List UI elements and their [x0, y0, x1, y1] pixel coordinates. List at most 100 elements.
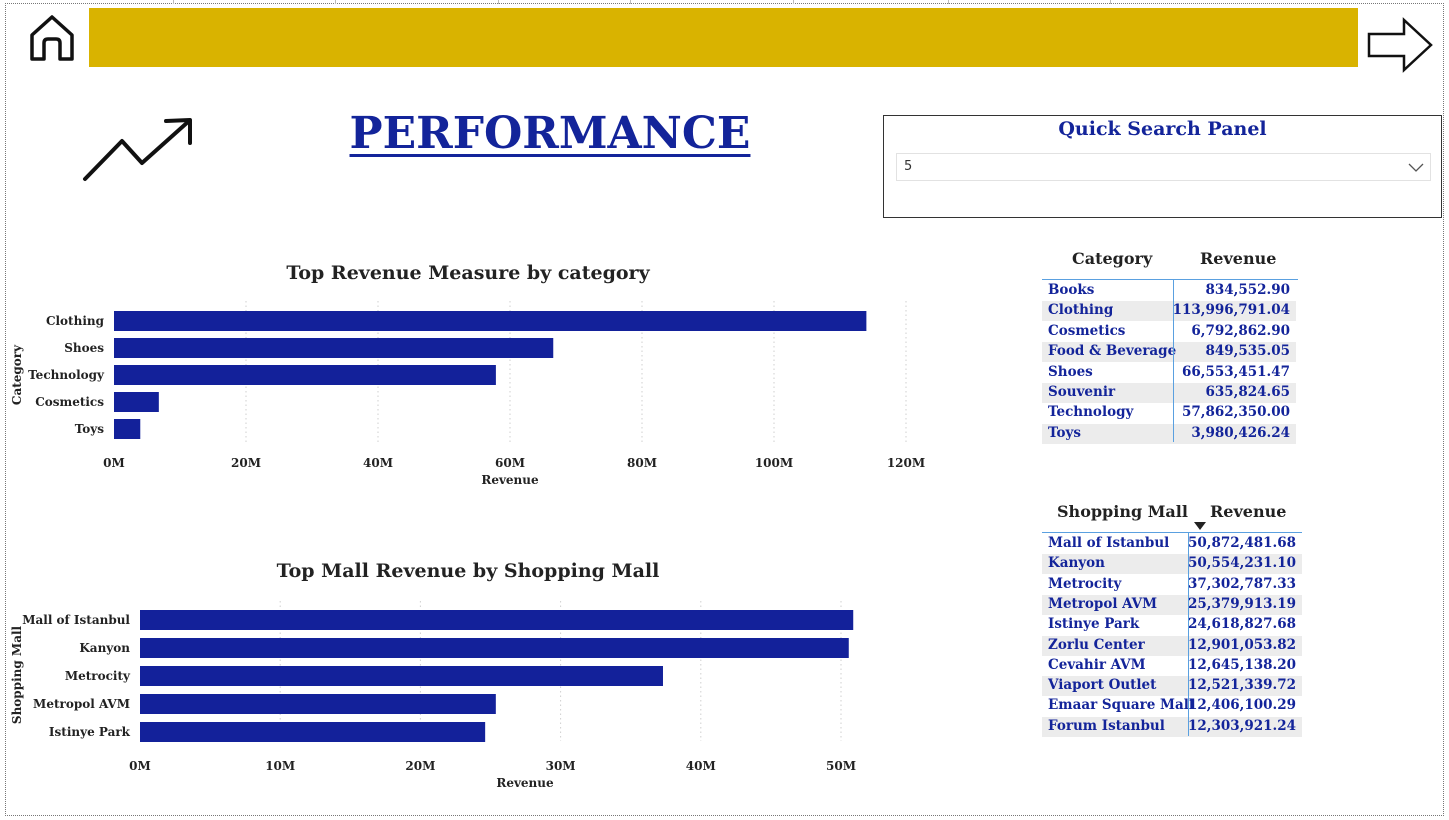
table-cell-name: Metropol AVM	[1048, 595, 1158, 612]
search-panel-title: Quick Search Panel	[1058, 118, 1267, 140]
bar[interactable]	[140, 638, 849, 658]
table-row[interactable]: Cosmetics 6,792,862.90	[1042, 322, 1296, 342]
table-cell-name: Shoes	[1048, 363, 1093, 380]
top-ruler	[0, 0, 1449, 4]
bar[interactable]	[114, 338, 554, 358]
y-category-label: Metrocity	[65, 669, 131, 683]
chevron-down-icon[interactable]	[1408, 160, 1424, 174]
table-row[interactable]: Zorlu Center 12,901,053.82	[1042, 635, 1302, 656]
table-row[interactable]: Shoes 66,553,451.47	[1042, 363, 1296, 383]
table-row[interactable]: Books 834,552.90	[1042, 281, 1296, 301]
x-tick-label: 20M	[231, 456, 261, 470]
category-chart-title: Top Revenue Measure by category	[286, 262, 650, 284]
table-cell-revenue: 57,862,350.00	[1181, 404, 1290, 421]
x-tick-label: 40M	[363, 456, 393, 470]
bar[interactable]	[114, 419, 141, 439]
table-row[interactable]: Metrocity 37,302,787.33	[1042, 575, 1302, 595]
mall-chart-title: Top Mall Revenue by Shopping Mall	[276, 560, 660, 582]
x-axis-title: Revenue	[496, 776, 554, 790]
table-cell-revenue: 635,824.65	[1205, 384, 1290, 400]
table-row[interactable]: Viaport Outlet 12,521,339.72	[1042, 676, 1302, 697]
y-axis-title: Category	[10, 344, 24, 405]
table-row[interactable]: Metropol AVM 25,379,913.19	[1042, 594, 1302, 615]
table-cell-revenue: 12,521,339.72	[1187, 677, 1296, 694]
column-header-revenue[interactable]: Revenue	[1210, 502, 1286, 521]
table-row[interactable]: Kanyon 50,554,231.10	[1042, 554, 1302, 575]
x-tick-label: 50M	[826, 759, 856, 773]
table-cell-revenue: 113,996,791.04	[1172, 302, 1290, 319]
table-cell-name: Toys	[1048, 424, 1081, 441]
y-category-label: Mall of Istanbul	[22, 613, 130, 627]
bar[interactable]	[140, 666, 663, 686]
y-category-label: Metropol AVM	[33, 697, 130, 711]
table-cell-revenue: 12,406,100.29	[1187, 697, 1296, 714]
table-cell-name: Technology	[1048, 404, 1134, 421]
y-category-label: Shoes	[64, 341, 104, 355]
table-cell-name: Cevahir AVM	[1048, 656, 1146, 673]
table-cell-revenue: 3,980,426.24	[1191, 424, 1290, 441]
table-cell-name: Zorlu Center	[1048, 636, 1145, 653]
table-row[interactable]: Toys 3,980,426.24	[1042, 423, 1296, 444]
table-cell-name: Istinye Park	[1048, 616, 1140, 633]
table-row[interactable]: Food & Beverage 849,535.05	[1042, 342, 1296, 363]
table-cell-revenue: 12,901,053.82	[1187, 636, 1296, 653]
search-dropdown[interactable]: 5	[896, 153, 1431, 181]
x-axis-title: Revenue	[481, 473, 539, 487]
table-cell-name: Viaport Outlet	[1048, 677, 1157, 694]
table-row[interactable]: Emaar Square Mall 12,406,100.29	[1042, 696, 1302, 716]
table-row[interactable]: Forum Istanbul 12,303,921.24	[1042, 716, 1302, 737]
x-tick-label: 120M	[887, 456, 925, 470]
bar[interactable]	[114, 365, 496, 385]
table-cell-revenue: 834,552.90	[1205, 282, 1290, 298]
table-row[interactable]: Cevahir AVM 12,645,138.20	[1042, 656, 1302, 676]
x-tick-label: 30M	[546, 759, 576, 773]
x-tick-label: 0M	[129, 759, 151, 773]
trend-up-icon	[83, 118, 192, 181]
column-header-category[interactable]: Category	[1072, 249, 1152, 268]
y-category-label: Clothing	[46, 314, 105, 328]
column-header-revenue[interactable]: Revenue	[1200, 249, 1276, 268]
category-revenue-table: Category Revenue Books 834,552.90 Clothing…	[1042, 246, 1298, 446]
table-row[interactable]: Mall of Istanbul 50,872,481.68	[1042, 534, 1302, 554]
bar[interactable]	[140, 694, 496, 714]
column-header-shopping-mall[interactable]: Shopping Mall	[1057, 502, 1188, 521]
table-cell-revenue: 24,618,827.68	[1187, 616, 1296, 633]
y-category-label: Cosmetics	[35, 395, 104, 409]
mall-revenue-table: Shopping Mall Revenue Mall of Istanbul 50…	[1042, 500, 1302, 740]
table-cell-revenue: 12,303,921.24	[1187, 717, 1296, 734]
x-tick-label: 10M	[265, 759, 295, 773]
home-icon[interactable]	[28, 13, 76, 63]
header-divider	[1042, 532, 1302, 533]
y-category-label: Kanyon	[79, 641, 130, 655]
x-tick-label: 80M	[627, 456, 657, 470]
x-tick-label: 40M	[686, 759, 716, 773]
table-row[interactable]: Souvenir 635,824.65	[1042, 383, 1296, 403]
mall-revenue-chart: 0M 10M 20M 30M 40M 50M Mall of Istanbul Kanyon M…	[10, 601, 856, 790]
x-tick-label: 60M	[495, 456, 525, 470]
table-cell-name: Metrocity	[1048, 575, 1122, 592]
bar[interactable]	[140, 722, 486, 742]
table-cell-revenue: 50,554,231.10	[1187, 555, 1296, 572]
table-row[interactable]: Technology 57,862,350.00	[1042, 403, 1296, 423]
table-cell-revenue: 6,792,862.90	[1191, 322, 1290, 339]
quick-search-panel: Quick Search Panel 5	[883, 115, 1442, 218]
table-cell-revenue: 25,379,913.19	[1187, 595, 1296, 612]
column-divider	[1188, 533, 1189, 736]
page-title: PERFORMANCE	[349, 108, 751, 159]
bar[interactable]	[140, 610, 854, 630]
header-divider	[1042, 279, 1298, 280]
table-row[interactable]: Clothing 113,996,791.04	[1042, 301, 1296, 322]
x-tick-label: 0M	[103, 456, 125, 470]
table-row[interactable]: Istinye Park 24,618,827.68	[1042, 615, 1302, 635]
table-cell-revenue: 66,553,451.47	[1181, 363, 1290, 380]
x-tick-label: 100M	[755, 456, 793, 470]
arrow-right-icon[interactable]	[1366, 17, 1434, 73]
bar[interactable]	[114, 392, 159, 412]
table-cell-revenue: 12,645,138.20	[1187, 656, 1296, 673]
table-cell-revenue: 849,535.05	[1205, 343, 1290, 360]
bar[interactable]	[114, 311, 867, 331]
sort-descending-icon[interactable]	[1194, 522, 1206, 530]
table-cell-revenue: 50,872,481.68	[1187, 535, 1296, 551]
search-dropdown-value: 5	[904, 159, 913, 174]
column-divider	[1173, 280, 1174, 442]
